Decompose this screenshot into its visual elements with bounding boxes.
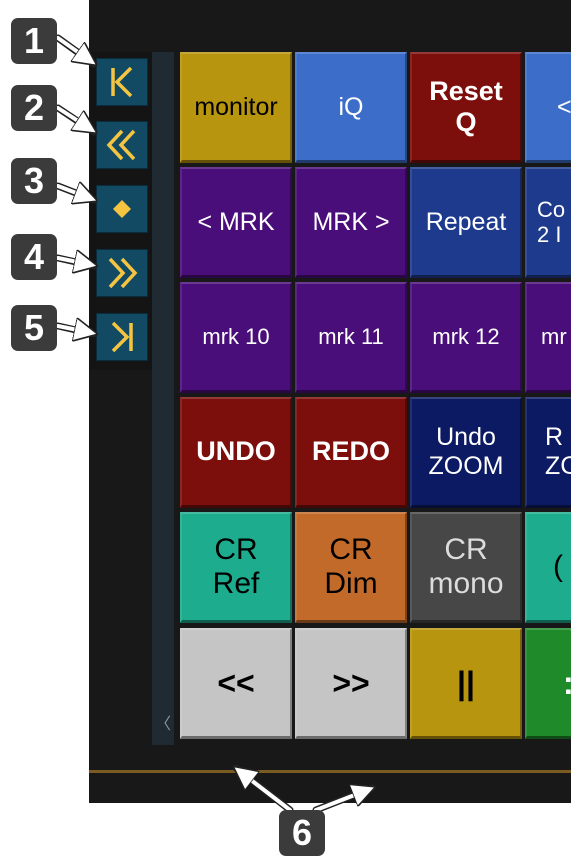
rewind-button[interactable] [96, 121, 148, 169]
row2-partial-label-line2: 2 I [537, 222, 562, 247]
next-marker-label: MRK > [312, 207, 390, 236]
marker-10-button[interactable]: mrk 10 [180, 282, 292, 393]
side-panel-edge [152, 52, 174, 745]
row6-partial-button[interactable]: : [525, 628, 571, 739]
repeat-label: Repeat [425, 207, 507, 236]
cr-ref-button[interactable]: CR Ref [180, 512, 292, 623]
diamond-marker-icon [113, 200, 131, 218]
button-grid: monitor iQ Reset Q < < MRK MRK > Repeat … [180, 52, 571, 742]
rewind-transport-label: << [217, 664, 255, 701]
undo-zoom-label-line1: Undo [436, 423, 496, 452]
skip-to-end-icon [111, 321, 133, 353]
cr-dim-label-line2: Dim [324, 567, 378, 600]
pause-label: || [457, 664, 475, 701]
undo-button[interactable]: UNDO [180, 397, 292, 508]
skip-to-start-icon [111, 66, 133, 98]
callout-2-arrow [56, 106, 92, 130]
fast-forward-icon [108, 257, 138, 289]
row5-partial-button[interactable]: ( [525, 512, 571, 623]
marker-11-label: mrk 11 [318, 324, 384, 350]
row3-partial-button[interactable]: mr [525, 282, 571, 393]
skip-to-start-button[interactable] [96, 58, 148, 106]
prev-marker-label: < MRK [197, 207, 275, 236]
undo-zoom-button[interactable]: Undo ZOOM [410, 397, 522, 508]
annotated-screenshot: 〈 monitor iQ Reset Q < < MRK MRK > Repea… [0, 0, 571, 862]
iq-label: iQ [338, 92, 364, 121]
redo-button[interactable]: REDO [295, 397, 407, 508]
cr-ref-label-line2: Ref [212, 567, 260, 600]
forward-transport-label: >> [332, 664, 370, 701]
marker-12-button[interactable]: mrk 12 [410, 282, 522, 393]
row2-partial-button[interactable]: Co 2 I [525, 167, 571, 278]
row4-partial-label-line1: R [545, 423, 564, 452]
callout-1: 1 [11, 18, 57, 64]
cr-dim-label-line1: CR [329, 532, 373, 566]
timeline-bar[interactable] [89, 770, 571, 773]
row4-partial-label-line2: ZC [545, 452, 571, 480]
row5-partial-label: ( [553, 549, 563, 583]
row6-partial-label: : [563, 665, 571, 702]
next-marker-button[interactable]: MRK > [295, 167, 407, 278]
callout-4-arrow [56, 258, 92, 265]
undo-label: UNDO [196, 436, 276, 467]
marker-10-label: mrk 10 [202, 324, 270, 350]
add-marker-button[interactable] [96, 185, 148, 233]
callout-5: 5 [11, 305, 57, 351]
callout-3: 3 [11, 158, 57, 204]
callout-3-arrow [56, 186, 92, 199]
reset-q-label-line1: Reset [429, 75, 503, 106]
monitor-label: monitor [194, 92, 278, 121]
forward-transport-button[interactable]: >> [295, 628, 407, 739]
monitor-button[interactable]: monitor [180, 52, 292, 163]
redo-label: REDO [311, 436, 390, 467]
undo-zoom-label-line2: ZOOM [428, 452, 504, 480]
row4-partial-button[interactable]: R ZC [525, 397, 571, 508]
repeat-button[interactable]: Repeat [410, 167, 522, 278]
fast-forward-button[interactable] [96, 249, 148, 297]
reset-q-button[interactable]: Reset Q [410, 52, 522, 163]
callout-4: 4 [11, 234, 57, 280]
skip-to-end-button[interactable] [96, 313, 148, 361]
row2-partial-label-line1: Co [537, 196, 566, 222]
cr-mono-label-line2: mono [428, 567, 504, 600]
marker-12-label: mrk 12 [432, 324, 500, 350]
marker-11-button[interactable]: mrk 11 [295, 282, 407, 393]
callout-5-arrow [56, 326, 92, 333]
callout-2: 2 [11, 85, 57, 131]
callout-1-arrow [56, 36, 92, 62]
row3-partial-label: mr [541, 324, 567, 350]
iq-button[interactable]: iQ [295, 52, 407, 163]
cr-dim-button[interactable]: CR Dim [295, 512, 407, 623]
prev-marker-button[interactable]: < MRK [180, 167, 292, 278]
pause-button[interactable]: || [410, 628, 522, 739]
cr-ref-label-line1: CR [214, 532, 258, 566]
rewind-icon [106, 129, 136, 161]
cr-mono-button[interactable]: CR mono [410, 512, 522, 623]
collapse-panel-handle[interactable]: 〈 [152, 704, 174, 744]
rewind-transport-button[interactable]: << [180, 628, 292, 739]
cr-mono-label-line1: CR [444, 532, 488, 566]
reset-q-label-line2: Q [455, 107, 477, 137]
callout-6: 6 [279, 810, 325, 856]
row1-partial-label: < [557, 92, 571, 121]
row1-partial-button[interactable]: < [525, 52, 571, 163]
